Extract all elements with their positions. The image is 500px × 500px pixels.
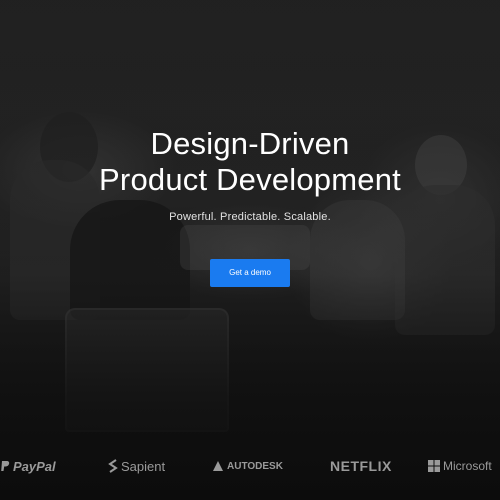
paypal-wordmark: PayPal: [13, 458, 56, 474]
hero-headline: Design-Driven Product Development: [0, 126, 500, 198]
customer-logos: PayPal Sapient AUTODESK NETFLIX Microsof…: [0, 455, 500, 477]
microsoft-logo: Microsoft: [428, 455, 492, 477]
autodesk-icon: [212, 460, 224, 472]
sapient-logo: Sapient: [108, 455, 165, 477]
netflix-logo: NETFLIX: [330, 455, 392, 477]
hero-content: Design-Driven Product Development Powerf…: [0, 126, 500, 287]
headline-line-2: Product Development: [99, 162, 401, 197]
autodesk-wordmark: AUTODESK: [227, 460, 283, 472]
get-demo-button[interactable]: Get a demo: [210, 259, 290, 287]
paypal-logo: PayPal: [0, 455, 56, 477]
netflix-wordmark: NETFLIX: [330, 458, 392, 474]
microsoft-wordmark: Microsoft: [443, 459, 492, 473]
paypal-icon: [0, 460, 10, 472]
sapient-wordmark: Sapient: [121, 458, 166, 474]
headline-line-1: Design-Driven: [150, 126, 350, 161]
autodesk-logo: AUTODESK: [212, 455, 283, 477]
hero-section: Design-Driven Product Development Powerf…: [0, 0, 500, 500]
microsoft-icon: [428, 460, 440, 472]
sapient-icon: [108, 458, 118, 474]
hero-tagline: Powerful. Predictable. Scalable.: [169, 211, 331, 223]
